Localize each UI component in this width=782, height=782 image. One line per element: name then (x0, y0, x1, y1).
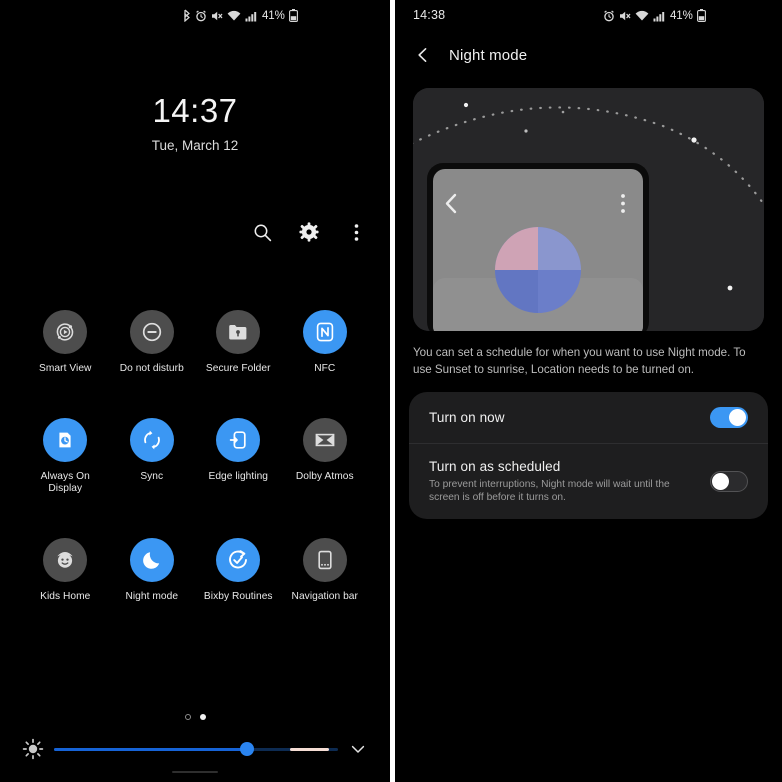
screenshot-root: 41% 14:37 Tue, March 12 Smart View Do no… (0, 0, 782, 782)
tile-dolby-atmos[interactable]: Dolby Atmos (289, 417, 361, 496)
tile-label: Dolby Atmos (295, 470, 354, 482)
turn-on-as-scheduled-toggle[interactable] (710, 471, 748, 492)
clock-time: 14:37 (152, 92, 238, 129)
tile-nfc[interactable]: NFC (289, 310, 361, 376)
row-turn-on-as-scheduled[interactable]: Turn on as scheduled To prevent interrup… (409, 443, 768, 519)
tile-label: Do not disturb (119, 363, 184, 374)
phone-mockup (427, 163, 649, 331)
gear-icon[interactable] (297, 220, 321, 244)
tile-smart-view[interactable]: Smart View (29, 310, 101, 376)
dolby-atmos-icon (302, 417, 347, 462)
status-bar-icons: 41% (603, 9, 706, 22)
navigation-bar-icon (302, 537, 347, 582)
edge-lighting-icon (216, 417, 261, 462)
alarm-icon (196, 9, 206, 21)
wifi-icon (635, 10, 649, 20)
tile-row: Always On Display Sync Edge lighting Dol… (0, 417, 390, 496)
tile-label: NFC (314, 363, 336, 374)
smart-view-icon (43, 310, 88, 354)
row-turn-on-now[interactable]: Turn on now (409, 392, 768, 443)
slider-thumb[interactable] (240, 742, 255, 756)
bixby-routines-icon (216, 537, 261, 582)
row-title: Turn on as scheduled (429, 459, 561, 474)
toggle-knob (712, 473, 729, 490)
night-mode-description: You can set a schedule for when you want… (413, 346, 746, 376)
tile-always-on-display[interactable]: Always On Display (29, 417, 101, 496)
tile-row: Kids Home Night mode Bixby Routines Navi… (0, 537, 390, 604)
tile-label: Secure Folder (205, 363, 271, 374)
status-bar: 14:38 41% (395, 0, 782, 32)
back-chevron-icon[interactable] (409, 41, 437, 69)
battery-icon (696, 9, 706, 22)
always-on-display-icon (43, 417, 88, 462)
page-dot-2[interactable] (199, 714, 206, 720)
battery-percent-label: 41% (262, 9, 285, 22)
row-subtitle: To prevent interruptions, Night mode wil… (429, 479, 670, 503)
tile-night-mode[interactable]: Night mode (116, 537, 188, 604)
sync-icon (129, 417, 174, 462)
kids-home-icon (43, 537, 88, 582)
page-dot-1[interactable] (184, 714, 191, 720)
tile-label: Sync (140, 470, 164, 482)
brightness-icon[interactable] (22, 738, 44, 760)
battery-icon (288, 9, 298, 22)
brightness-slider[interactable] (54, 740, 338, 758)
tile-label: Edge lighting (208, 470, 269, 482)
tile-label: Always On Display (40, 470, 90, 495)
quick-settings-actions (250, 220, 368, 244)
slider-fill (54, 747, 248, 751)
status-bar-clock: 14:38 (413, 8, 446, 22)
mute-icon (620, 11, 631, 20)
page-title: Night mode (449, 46, 528, 64)
home-indicator (172, 770, 218, 773)
status-bar-icons: 41% (182, 9, 298, 22)
alarm-icon (604, 9, 614, 21)
tile-bixby-routines[interactable]: Bixby Routines (202, 537, 274, 604)
quick-settings-clock: 14:37 Tue, March 12 (0, 94, 390, 153)
turn-on-now-toggle[interactable] (710, 407, 748, 428)
night-mode-settings-card: Turn on now Turn on as scheduled To prev… (409, 392, 768, 519)
night-mode-illustration (413, 88, 764, 331)
brightness-control (0, 738, 390, 760)
wifi-icon (227, 10, 241, 20)
tile-kids-home[interactable]: Kids Home (29, 537, 101, 604)
page-indicator (0, 714, 390, 720)
slider-secondary-segment (289, 747, 330, 751)
tile-label: Night mode (125, 590, 179, 602)
tile-label: Kids Home (40, 590, 91, 602)
bluetooth-icon (184, 9, 190, 22)
secure-folder-icon (216, 310, 261, 354)
row-text: Turn on as scheduled To prevent interrup… (429, 459, 710, 504)
clock-date: Tue, March 12 (151, 138, 239, 153)
signal-icon (653, 11, 665, 21)
row-text: Turn on now (429, 410, 710, 425)
do-not-disturb-icon (129, 310, 174, 354)
nfc-icon (302, 310, 347, 354)
tile-do-not-disturb[interactable]: Do not disturb (116, 310, 188, 376)
signal-icon (245, 11, 257, 21)
tile-sync[interactable]: Sync (116, 417, 188, 496)
tile-label: Smart View (39, 363, 92, 374)
night-mode-icon (129, 537, 174, 582)
tile-edge-lighting[interactable]: Edge lighting (202, 417, 274, 496)
tile-navigation-bar[interactable]: Navigation bar (289, 537, 361, 604)
overflow-menu-icon[interactable] (344, 220, 368, 244)
toggle-knob (729, 409, 746, 426)
status-bar: 41% (0, 0, 390, 32)
app-bar: Night mode (395, 32, 782, 78)
quick-settings-tile-grid: Smart View Do not disturb Secure Folder … (0, 310, 390, 603)
battery-percent-label: 41% (670, 9, 693, 22)
row-title: Turn on now (429, 410, 505, 425)
tile-secure-folder[interactable]: Secure Folder (202, 310, 274, 376)
night-mode-panel: 14:38 41% Night mode You can set a sched… (395, 0, 782, 782)
tile-label: Navigation bar (291, 590, 358, 602)
mute-icon (212, 11, 223, 20)
tile-label: Bixby Routines (203, 590, 273, 602)
search-icon[interactable] (250, 220, 274, 244)
tile-row: Smart View Do not disturb Secure Folder … (0, 310, 390, 376)
chevron-down-icon[interactable] (348, 739, 368, 759)
quick-settings-panel: 41% 14:37 Tue, March 12 Smart View Do no… (0, 0, 390, 782)
